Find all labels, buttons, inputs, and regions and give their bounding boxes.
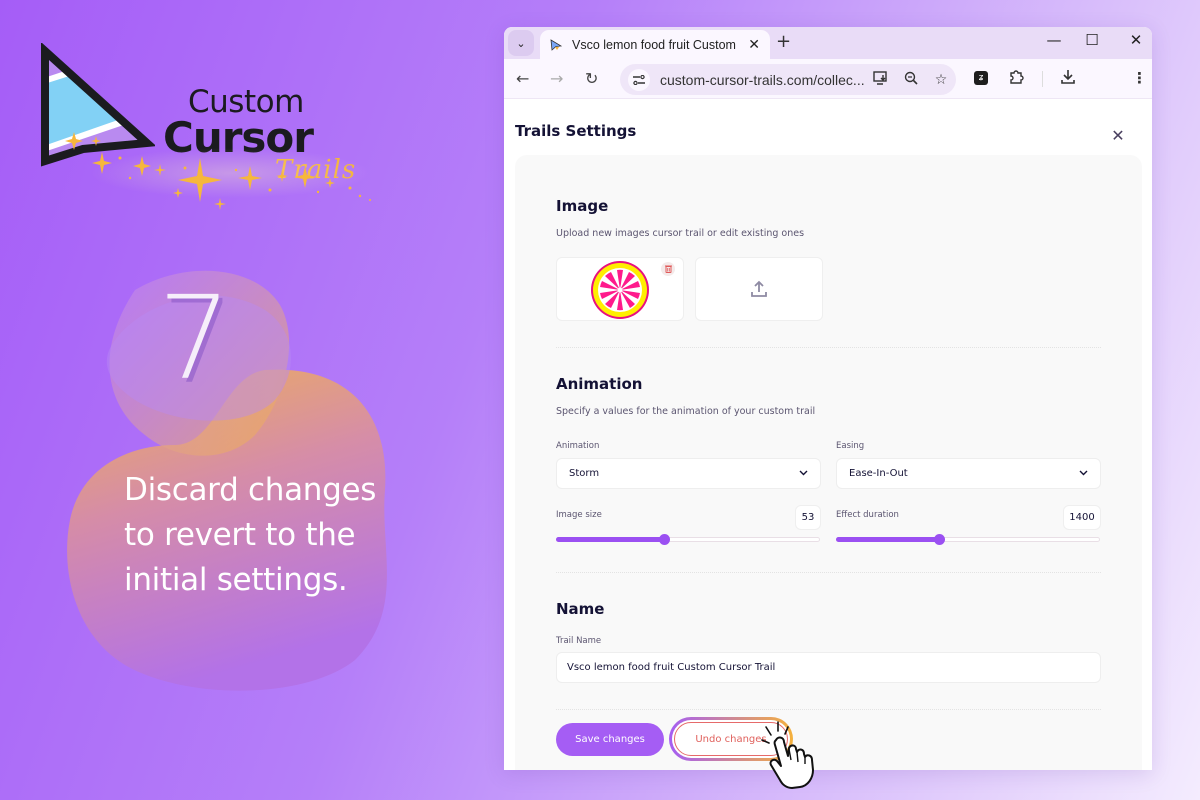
active-tab[interactable]: Vsco lemon food fruit Custom Cursor Trai… <box>540 30 770 59</box>
arrow-right-icon: → <box>550 69 564 88</box>
reload-button[interactable]: ↻ <box>585 69 598 88</box>
sparkle-icon <box>214 198 226 210</box>
effect-duration-label: Effect duration <box>836 510 899 520</box>
puzzle-icon[interactable] <box>1008 69 1024 89</box>
step-number: 7 <box>158 272 232 406</box>
install-app-icon[interactable] <box>866 70 896 89</box>
image-section-title: Image <box>556 197 609 215</box>
animation-select[interactable]: Storm <box>556 458 821 489</box>
animation-section-title: Animation <box>556 375 643 393</box>
trail-name-input[interactable]: Vsco lemon food fruit Custom Cursor Trai… <box>556 652 1101 683</box>
section-divider <box>556 347 1101 348</box>
toolbar-separator <box>1042 71 1043 87</box>
browser-toolbar: ← → ↻ custom-cursor-trails.com/collec...… <box>504 59 1152 99</box>
trail-name-label: Trail Name <box>556 636 602 646</box>
site-info-button[interactable] <box>628 68 650 91</box>
slider-fill <box>836 537 939 542</box>
name-section-title: Name <box>556 600 605 618</box>
tab-title: Vsco lemon food fruit Custom Cursor Trai… <box>572 37 740 52</box>
minimize-button[interactable]: — <box>1034 31 1074 49</box>
image-size-value[interactable]: 53 <box>795 505 821 530</box>
section-divider <box>556 709 1101 710</box>
dialog-title: Trails Settings <box>515 122 637 140</box>
extension-icon[interactable]: ʑ <box>974 71 988 85</box>
section-divider <box>556 572 1101 573</box>
download-icon[interactable] <box>1060 69 1076 89</box>
back-button[interactable]: ← <box>516 69 529 88</box>
url-text[interactable]: custom-cursor-trails.com/collec... <box>660 72 866 88</box>
animation-select-value: Storm <box>569 468 600 479</box>
slider-fill <box>556 537 665 542</box>
tab-search-button[interactable]: ⌄ <box>508 30 534 56</box>
sparkle-icon <box>91 136 101 146</box>
easing-label: Easing <box>836 441 865 451</box>
trail-image-card[interactable] <box>556 257 684 321</box>
tune-icon <box>633 74 645 85</box>
chevron-down-icon <box>799 468 808 479</box>
animation-section-subtitle: Specify a values for the animation of yo… <box>556 406 816 417</box>
tab-bar: ⌄ Vsco lemon food fruit Custom Cursor Tr… <box>504 27 1152 59</box>
lemon-slice-image <box>591 261 649 319</box>
chevron-down-icon <box>1079 468 1088 479</box>
sparkle-icon <box>65 132 83 150</box>
close-window-button[interactable]: ✕ <box>1116 31 1152 49</box>
pointer-hand-icon <box>761 721 814 789</box>
slider-thumb[interactable] <box>659 534 671 545</box>
arrow-left-icon: ← <box>516 69 530 88</box>
easing-select[interactable]: Ease-In-Out <box>836 458 1101 489</box>
tab-close-icon[interactable]: ✕ <box>748 37 760 53</box>
save-changes-button[interactable]: Save changes <box>556 723 664 756</box>
maximize-button[interactable]: ☐ <box>1072 31 1112 49</box>
sparkles-decoration <box>65 132 371 210</box>
image-section-subtitle: Upload new images cursor trail or edit e… <box>556 228 805 239</box>
close-dialog-button[interactable]: ✕ <box>1108 125 1128 145</box>
close-icon: ✕ <box>1129 31 1143 49</box>
upload-image-button[interactable] <box>695 257 823 321</box>
effect-duration-slider[interactable] <box>836 532 1100 546</box>
upload-icon <box>751 280 767 297</box>
chevron-down-icon: ⌄ <box>516 36 526 50</box>
delete-image-button[interactable] <box>661 262 675 276</box>
reload-icon: ↻ <box>585 69 599 88</box>
new-tab-button[interactable]: + <box>776 31 791 52</box>
menu-icon[interactable]: ⋮ <box>1132 69 1147 87</box>
zoom-icon[interactable] <box>896 71 926 89</box>
cursor-favicon-icon <box>550 38 562 51</box>
bookmark-star-icon[interactable]: ☆ <box>926 72 956 88</box>
address-bar[interactable]: custom-cursor-trails.com/collec... ☆ <box>620 64 956 95</box>
easing-select-value: Ease-In-Out <box>849 468 908 479</box>
slider-thumb[interactable] <box>933 534 945 545</box>
forward-button[interactable]: → <box>550 69 563 88</box>
page-content: Trails Settings ✕ Image Upload new image… <box>504 99 1152 770</box>
maximize-icon: ☐ <box>1085 31 1099 49</box>
image-size-label: Image size <box>556 510 602 520</box>
minimize-icon: — <box>1046 31 1062 49</box>
settings-panel: Image Upload new images cursor trail or … <box>515 155 1142 770</box>
trash-icon <box>664 265 672 273</box>
image-size-slider[interactable] <box>556 532 820 546</box>
close-icon: ✕ <box>1111 125 1125 145</box>
effect-duration-value[interactable]: 1400 <box>1063 505 1101 530</box>
promo-message: Discard changes to revert to the initial… <box>124 472 377 598</box>
animation-label: Animation <box>556 441 600 451</box>
browser-window: ⌄ Vsco lemon food fruit Custom Cursor Tr… <box>504 27 1152 770</box>
